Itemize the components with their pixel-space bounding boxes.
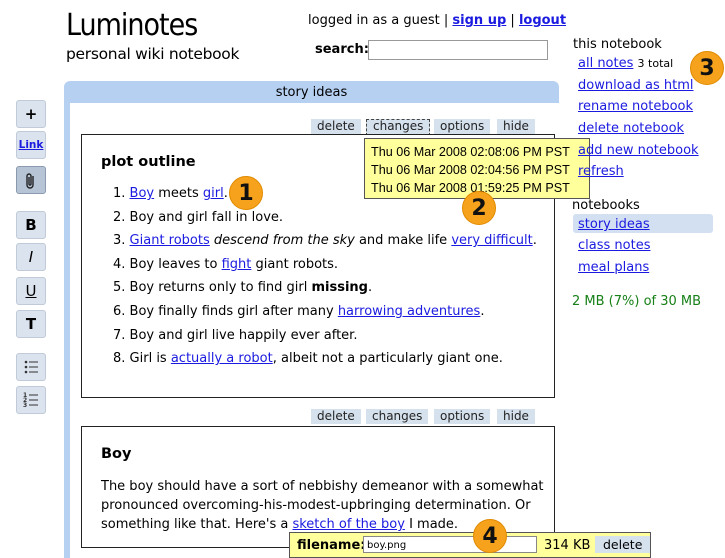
logout-link[interactable]: logout xyxy=(519,13,566,28)
very-difficult-link[interactable]: very difficult xyxy=(451,233,532,248)
girl-link[interactable]: girl xyxy=(203,186,224,201)
options-button[interactable]: options xyxy=(434,119,491,134)
actually-a-robot-link[interactable]: actually a robot xyxy=(171,351,273,366)
delete-notebook-link[interactable]: delete notebook xyxy=(578,121,684,136)
login-separator: | xyxy=(510,13,515,28)
storage-usage: 2 MB (7%) of 30 MB xyxy=(572,294,702,309)
search-input[interactable] xyxy=(368,40,548,60)
list-item: 7. Boy and girl live happily ever after. xyxy=(113,327,358,343)
all-notes-link[interactable]: all notes xyxy=(578,56,633,71)
notes-count: 3 total xyxy=(637,57,674,70)
signup-link[interactable]: sign up xyxy=(452,13,506,28)
filename-label: filename: xyxy=(297,538,366,553)
italic-button[interactable]: I xyxy=(16,243,46,271)
list-item: 6. Boy finally finds girl after many har… xyxy=(113,303,485,319)
svg-text:3: 3 xyxy=(23,402,27,409)
options-button[interactable]: options xyxy=(434,409,491,424)
bold-button[interactable]: B xyxy=(16,211,46,239)
link-button[interactable]: Link xyxy=(16,131,46,159)
attach-file-button[interactable] xyxy=(16,166,46,194)
revision-item[interactable]: Thu 06 Mar 2008 02:04:56 PM PST xyxy=(371,161,589,179)
note-controls: delete changes options hide xyxy=(311,409,536,425)
notebook-class-notes[interactable]: class notes xyxy=(578,238,650,253)
callout-badge-2: 2 xyxy=(462,191,496,225)
login-text: logged in as a guest | xyxy=(308,13,449,28)
notebook-title: story ideas xyxy=(275,85,348,100)
note-paragraph-line: pronounced overcoming-his-modest-upbring… xyxy=(101,498,531,513)
this-notebook-heading: this notebook xyxy=(573,37,662,52)
rename-notebook-link[interactable]: rename notebook xyxy=(578,99,693,114)
numbered-list-icon: 1 2 3 xyxy=(23,392,38,409)
harrowing-adventures-link[interactable]: harrowing adventures xyxy=(338,304,481,319)
app-subtitle: personal wiki notebook xyxy=(66,45,240,63)
list-item: 5. Boy returns only to find girl missing… xyxy=(113,280,373,296)
numbered-list-button[interactable]: 1 2 3 xyxy=(16,386,46,414)
paperclip-icon xyxy=(26,173,34,189)
note-title: Boy xyxy=(101,446,132,462)
giant-robots-link[interactable]: Giant robots xyxy=(130,233,210,248)
notebooks-heading: notebooks xyxy=(572,198,640,213)
delete-button[interactable]: delete xyxy=(311,119,361,134)
notebook-meal-plans[interactable]: meal plans xyxy=(578,260,649,275)
changes-tooltip: Thu 06 Mar 2008 02:08:06 PM PST Thu 06 M… xyxy=(364,138,590,199)
hide-button[interactable]: hide xyxy=(497,119,535,134)
note-controls: delete changes options hide xyxy=(311,119,536,136)
bullet-list-button[interactable] xyxy=(16,353,46,381)
add-notebook-link[interactable]: add new notebook xyxy=(578,143,699,158)
file-options-bar: filename: boy.png 314 KB delete xyxy=(289,532,651,558)
note-paragraph-line: The boy should have a sort of nebbishy d… xyxy=(101,479,544,494)
search-label: search: xyxy=(315,42,369,57)
revision-item[interactable]: Thu 06 Mar 2008 02:08:06 PM PST xyxy=(371,143,589,161)
notebook-story-ideas[interactable]: story ideas xyxy=(578,217,650,232)
refresh-link[interactable]: refresh xyxy=(578,164,624,179)
underline-button[interactable]: U xyxy=(16,277,46,305)
callout-badge-3: 3 xyxy=(690,51,724,85)
download-html-link[interactable]: download as html xyxy=(578,78,693,93)
changes-button[interactable]: changes xyxy=(366,409,429,424)
list-item: 3. Giant robots descend from the sky and… xyxy=(113,233,537,249)
list-item: 8. Girl is actually a robot, albeit not … xyxy=(113,351,503,367)
notebook-tab: story ideas xyxy=(64,81,559,103)
filename-input[interactable]: boy.png xyxy=(363,536,537,553)
login-status: logged in as a guest | sign up | logout xyxy=(308,13,566,28)
callout-badge-4: 4 xyxy=(473,519,507,553)
boy-link[interactable]: Boy xyxy=(130,186,155,201)
new-note-button[interactable]: + xyxy=(16,100,46,128)
callout-badge-1: 1 xyxy=(229,176,263,210)
title-button[interactable]: T xyxy=(16,310,46,338)
fight-link[interactable]: fight xyxy=(222,257,252,272)
sketch-link[interactable]: sketch of the boy xyxy=(292,517,404,532)
note-title: plot outline xyxy=(101,154,196,170)
delete-button[interactable]: delete xyxy=(311,409,361,424)
app-title: Luminotes xyxy=(66,8,198,43)
all-notes-row: all notes 3 total xyxy=(578,56,673,71)
file-size: 314 KB xyxy=(544,538,591,553)
file-delete-button[interactable]: delete xyxy=(595,536,651,553)
bullet-list-icon xyxy=(24,360,38,374)
hide-button[interactable]: hide xyxy=(497,409,535,424)
list-item: 4. Boy leaves to fight giant robots. xyxy=(113,256,339,272)
